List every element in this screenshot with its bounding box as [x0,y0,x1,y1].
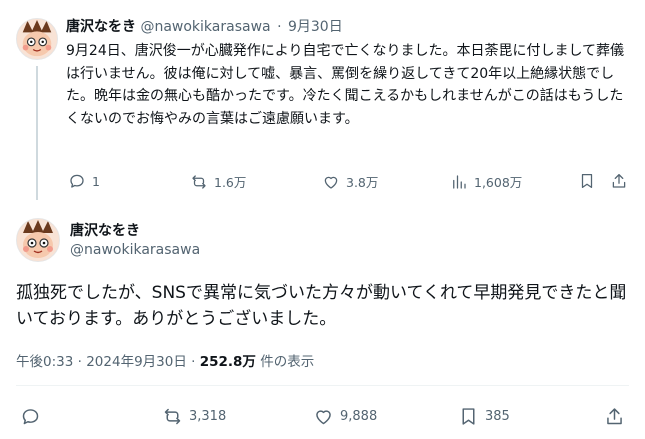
share-button[interactable] [610,172,628,190]
display-name[interactable]: 唐沢なをき [66,19,136,35]
reply-icon [70,174,84,188]
tweet-text: 9月24日、唐沢俊一が心臓発作により自宅で亡くなりました。本日荼毘に付しまして葬… [66,43,625,127]
reply-button[interactable]: 1 [68,172,100,190]
tweet-header: 唐沢なをき @nawokikarasawa · 9月30日 [66,16,343,36]
divider [16,385,629,386]
handle[interactable]: @nawokikarasawa [140,19,270,35]
avatar[interactable] [16,18,58,60]
share-icon [607,408,622,425]
bookmark-icon [581,173,593,189]
heart-icon [324,176,338,189]
bookmark-count: 385 [485,409,510,424]
reply-count: 1 [92,173,100,189]
tweet-text: 孤独死でしたが、SNSで異常に気づいた方々が動いてくれて早期発見できたと聞いてお… [16,283,627,329]
display-name[interactable]: 唐沢なをき [70,220,140,240]
separator-dot: · [277,19,282,35]
separator-dot: · [191,354,196,370]
reply-icon [22,409,39,425]
like-count: 9,888 [340,409,378,424]
repost-icon [164,408,181,425]
tweet-date[interactable]: 9月30日 [288,19,343,35]
views-label: 件の表示 [260,354,315,370]
share-icon [612,173,626,188]
avatar-character-icon [17,19,57,59]
repost-button[interactable]: 3,318 [162,406,226,427]
views-count: 1,608万 [474,175,523,190]
repost-count: 1.6万 [214,175,247,190]
analytics-icon [453,174,466,189]
repost-icon [192,174,206,189]
avatar[interactable] [16,218,60,262]
bookmark-button[interactable]: 385 [458,406,510,427]
like-count: 3.8万 [346,175,379,190]
tweet-date[interactable]: 2024年9月30日 [86,354,187,370]
tweet-metadata: 午後0:33 · 2024年9月30日 · 252.8万 件の表示 [16,350,314,370]
handle[interactable]: @nawokikarasawa [70,242,200,258]
reply-button[interactable] [20,406,47,427]
share-button[interactable] [604,406,625,427]
tweet-time[interactable]: 午後0:33 [16,354,73,370]
heart-icon [316,410,331,425]
views-button[interactable]: 1,608万 [450,172,522,191]
like-button[interactable]: 3.8万 [322,172,378,191]
avatar-character-icon [17,219,59,261]
repost-button[interactable]: 1.6万 [190,172,246,191]
like-button[interactable]: 9,888 [313,406,377,427]
thread-connector-line [36,66,38,200]
bookmark-button[interactable] [578,172,596,190]
repost-count: 3,318 [189,409,227,424]
views-count[interactable]: 252.8万 [200,354,256,370]
tweet-1[interactable]: 唐沢なをき @nawokikarasawa · 9月30日 9月24日、唐沢俊一… [0,0,645,210]
bookmark-icon [462,408,475,425]
separator-dot: · [77,354,82,370]
